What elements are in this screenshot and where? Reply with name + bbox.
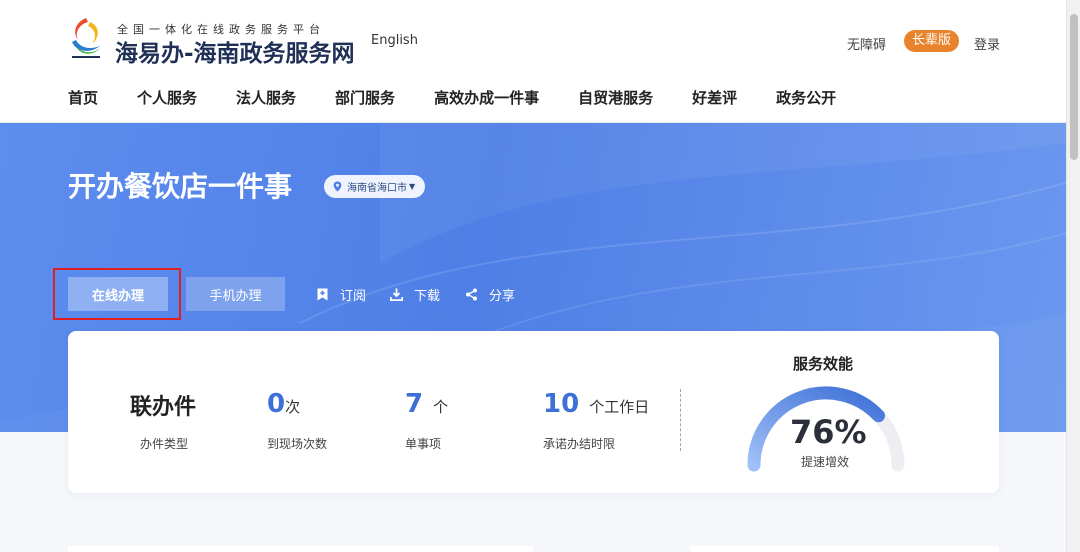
stat-items-unit: 个 <box>433 398 449 416</box>
online-apply-button[interactable]: 在线办理 <box>68 277 168 311</box>
accessibility-link[interactable]: 无障碍 <box>847 34 886 53</box>
share-label: 分享 <box>489 289 516 304</box>
site-logo-icon <box>72 18 100 58</box>
nav-item-one-thing[interactable]: 高效办成一件事 <box>434 87 539 108</box>
nav-item-personal[interactable]: 个人服务 <box>137 87 197 108</box>
nav-item-gov-affairs[interactable]: 政务公开 <box>776 87 836 108</box>
page-scrollbar[interactable] <box>1066 0 1080 552</box>
share-button[interactable]: 分享 <box>465 285 515 304</box>
main-nav: 首页 个人服务 法人服务 部门服务 高效办成一件事 自贸港服务 好差评 政务公开 <box>68 87 875 108</box>
chevron-down-icon: ▼ <box>409 182 416 191</box>
logo-title[interactable]: 海易办-海南政务服务网 <box>115 34 355 68</box>
scrollbar-thumb[interactable] <box>1070 14 1078 160</box>
stat-items-value: 7 <box>405 389 424 419</box>
stat-type-value: 联办件 <box>130 395 197 420</box>
stat-items-label: 单事项 <box>405 437 442 451</box>
mobile-apply-button[interactable]: 手机办理 <box>186 277 285 311</box>
stat-visits-label: 到现场次数 <box>267 437 328 451</box>
bookmark-plus-icon <box>317 288 328 301</box>
nav-item-department[interactable]: 部门服务 <box>335 87 395 108</box>
nav-item-review[interactable]: 好差评 <box>692 87 737 108</box>
page-title: 开办餐饮店一件事 <box>68 170 293 203</box>
site-header: 全国一体化在线政务服务平台 海易办-海南政务服务网 English 无障碍 长辈… <box>0 0 1066 123</box>
stat-items: 7 个 <box>405 389 448 419</box>
stat-visits-value: 0 <box>267 389 286 419</box>
stat-time-limit-label: 承诺办结时限 <box>543 437 616 451</box>
nav-item-ftp[interactable]: 自贸港服务 <box>578 87 653 108</box>
download-button[interactable]: 下载 <box>390 285 440 304</box>
login-link[interactable]: 登录 <box>974 34 1000 53</box>
efficiency-title: 服务效能 <box>793 355 854 373</box>
stat-time-limit-value: 10 <box>543 389 580 419</box>
download-icon <box>390 288 403 301</box>
stat-type: 联办件 <box>130 389 196 421</box>
subscribe-label: 订阅 <box>340 289 367 304</box>
service-info-card: 联办件 办件类型 0 次 到现场次数 7 个 单事项 10 个工作日 承诺办结时… <box>68 331 999 493</box>
next-section-edge-right <box>690 546 999 552</box>
stat-type-label: 办件类型 <box>140 437 189 451</box>
download-label: 下载 <box>414 289 441 304</box>
efficiency-value: 76% <box>790 413 867 451</box>
stat-visits: 0 次 <box>267 389 300 419</box>
stat-time-limit: 10 个工作日 <box>543 389 649 419</box>
subscribe-button[interactable]: 订阅 <box>316 285 366 304</box>
efficiency-caption: 提速增效 <box>800 455 849 469</box>
stat-visits-unit: 次 <box>285 398 301 416</box>
location-selector[interactable]: 海南省海口市 ▼ <box>324 175 426 198</box>
nav-item-legal-person[interactable]: 法人服务 <box>236 87 296 108</box>
english-link[interactable]: English <box>371 33 418 48</box>
nav-item-home[interactable]: 首页 <box>68 87 98 108</box>
share-icon <box>466 288 477 301</box>
next-section-edge <box>68 546 533 552</box>
elder-mode-button[interactable]: 长辈版 <box>904 30 960 52</box>
stat-time-limit-unit: 个工作日 <box>589 398 650 416</box>
location-text: 海南省海口市 <box>347 183 407 194</box>
card-divider <box>680 389 681 451</box>
location-pin-icon <box>333 181 342 192</box>
